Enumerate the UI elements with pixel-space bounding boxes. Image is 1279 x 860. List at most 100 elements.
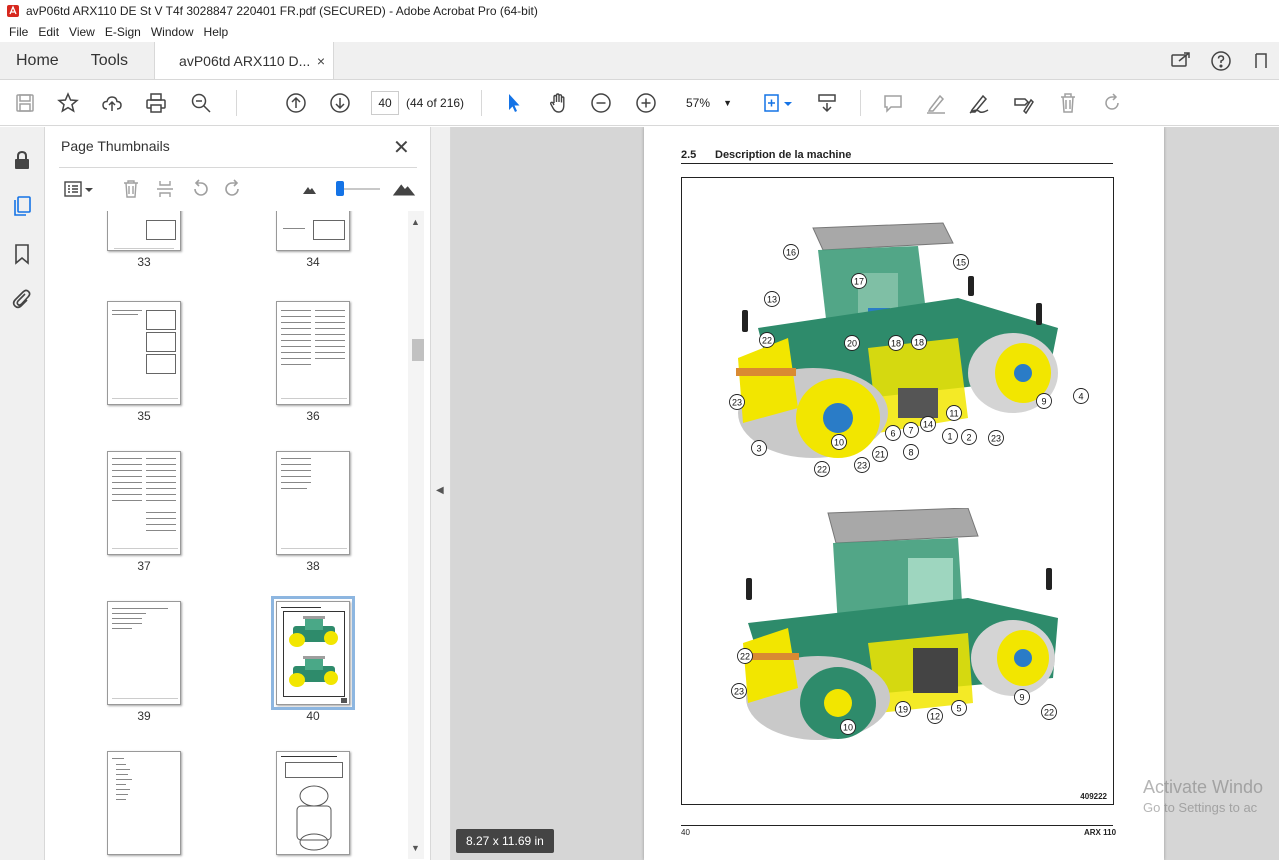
thumbnail-size-slider-handle[interactable]	[336, 181, 344, 196]
chevron-down-icon: ▼	[723, 98, 732, 108]
svg-text:23: 23	[734, 686, 744, 696]
tab-home[interactable]: Home	[0, 42, 75, 79]
footer-model: ARX 110	[1084, 828, 1117, 837]
help-icon[interactable]	[1209, 49, 1233, 73]
delete-icon[interactable]	[1055, 90, 1081, 116]
rotate-right-icon[interactable]	[221, 177, 245, 201]
svg-text:8: 8	[908, 447, 913, 457]
callout-upper-22: 22	[759, 332, 775, 348]
menu-esign[interactable]: E-Sign	[100, 25, 146, 39]
callout-lower-9: 9	[1014, 689, 1030, 705]
page-thumbnail-selected[interactable]	[271, 596, 355, 710]
thumbnail-size-slider-track[interactable]	[338, 188, 380, 190]
find-zoom-icon[interactable]	[188, 90, 214, 116]
callout-upper-1: 1	[942, 428, 958, 444]
share-screen-icon[interactable]	[1169, 49, 1193, 73]
header-right-icons	[1169, 42, 1279, 79]
window-title: avP06td ARX110 DE St V T4f 3028847 22040…	[26, 4, 538, 18]
select-cursor-icon[interactable]	[501, 90, 527, 116]
svg-text:5: 5	[956, 703, 961, 713]
rotate-left-icon[interactable]	[188, 177, 212, 201]
page-thumbnails-icon[interactable]	[9, 193, 35, 219]
previous-page-icon[interactable]	[283, 90, 309, 116]
menu-window[interactable]: Window	[146, 25, 199, 39]
page-thumbnail[interactable]	[107, 451, 181, 555]
svg-text:21: 21	[875, 449, 885, 459]
menu-view[interactable]: View	[64, 25, 100, 39]
bookmark-star-icon[interactable]	[55, 90, 81, 116]
zoom-out-icon[interactable]	[588, 90, 614, 116]
page-thumbnail[interactable]	[107, 751, 181, 855]
page-thumbnail[interactable]	[276, 301, 350, 405]
callout-upper-10: 10	[831, 434, 847, 450]
zoom-in-icon[interactable]	[633, 90, 659, 116]
callout-upper-14: 14	[920, 416, 936, 432]
page-thumbnail[interactable]	[107, 211, 181, 251]
thumbnail-label: 37	[137, 559, 151, 573]
next-page-icon[interactable]	[327, 90, 353, 116]
scrollbar-thumb[interactable]	[412, 339, 424, 361]
upload-cloud-icon[interactable]	[99, 90, 125, 116]
section-title: Description de la machine	[715, 149, 852, 161]
bookmarks-icon[interactable]	[9, 241, 35, 267]
save-icon[interactable]	[12, 90, 38, 116]
zoom-value: 57%	[686, 96, 711, 110]
print-icon[interactable]	[143, 90, 169, 116]
svg-text:4: 4	[1078, 391, 1083, 401]
thumbnail-scrollbar[interactable]: ▲ ▼	[408, 211, 424, 859]
zoom-select[interactable]: 57% ▼	[676, 91, 740, 115]
page-thumbnail[interactable]	[276, 211, 350, 251]
menu-bar: File Edit View E-Sign Window Help	[0, 22, 1279, 42]
scroll-up-icon[interactable]: ▲	[411, 217, 420, 227]
tab-document[interactable]: avP06td ARX110 D... ×	[154, 42, 335, 79]
callout-upper-16: 16	[783, 244, 799, 260]
close-icon[interactable]: ✕	[393, 135, 410, 160]
callout-upper-21: 21	[872, 446, 888, 462]
fit-options-chevron-icon[interactable]	[782, 90, 794, 116]
svg-text:13: 13	[767, 294, 777, 304]
draw-sign-icon[interactable]	[966, 90, 992, 116]
panel-collapse-handle[interactable]: ◀	[431, 127, 451, 860]
svg-text:2: 2	[966, 432, 971, 442]
svg-text:7: 7	[908, 425, 913, 435]
page-thumbnail[interactable]	[107, 601, 181, 705]
menu-edit[interactable]: Edit	[33, 25, 64, 39]
highlight-pen-icon[interactable]	[923, 90, 949, 116]
tab-bar: Home Tools avP06td ARX110 D... ×	[0, 42, 1279, 80]
rotate-icon[interactable]	[1099, 90, 1125, 116]
lock-icon[interactable]	[9, 147, 35, 173]
menu-help[interactable]: Help	[199, 25, 234, 39]
options-chevron-icon[interactable]	[82, 177, 96, 201]
svg-text:19: 19	[898, 704, 908, 714]
callout-lower-23: 23	[731, 683, 747, 699]
scroll-mode-icon[interactable]	[814, 90, 840, 116]
comment-icon[interactable]	[880, 90, 906, 116]
svg-text:18: 18	[914, 337, 924, 347]
hand-tool-icon[interactable]	[545, 90, 571, 116]
svg-text:23: 23	[991, 433, 1001, 443]
scroll-down-icon[interactable]: ▼	[411, 843, 420, 853]
delete-page-icon[interactable]	[119, 177, 143, 201]
callout-upper-6: 6	[885, 425, 901, 441]
tab-tools[interactable]: Tools	[75, 42, 144, 79]
menu-file[interactable]: File	[4, 25, 33, 39]
page-thumbnail[interactable]	[276, 451, 350, 555]
callout-upper-7: 7	[903, 422, 919, 438]
collapse-arrow-icon[interactable]: ◀	[436, 485, 444, 496]
page-thumbnail[interactable]	[276, 751, 350, 855]
thumbnail-large-mountain-icon[interactable]	[390, 177, 418, 201]
attachments-icon[interactable]	[9, 286, 35, 312]
callout-upper-3: 3	[751, 440, 767, 456]
extract-pages-icon[interactable]	[153, 177, 177, 201]
page-number-input[interactable]: 40	[371, 91, 399, 115]
fill-sign-icon[interactable]	[1010, 90, 1036, 116]
page-thumbnail[interactable]	[107, 301, 181, 405]
svg-text:1: 1	[947, 431, 952, 441]
thumbnail-small-mountain-icon[interactable]	[297, 177, 321, 201]
tab-close-icon[interactable]: ×	[317, 53, 325, 69]
watermark-line-2: Go to Settings to ac	[1143, 800, 1258, 815]
callout-upper-11: 11	[946, 405, 962, 421]
svg-text:22: 22	[740, 651, 750, 661]
document-viewport[interactable]: 2.5 Description de la machine 16 15 17 1…	[451, 127, 1279, 860]
sign-in-icon[interactable]	[1249, 49, 1273, 73]
